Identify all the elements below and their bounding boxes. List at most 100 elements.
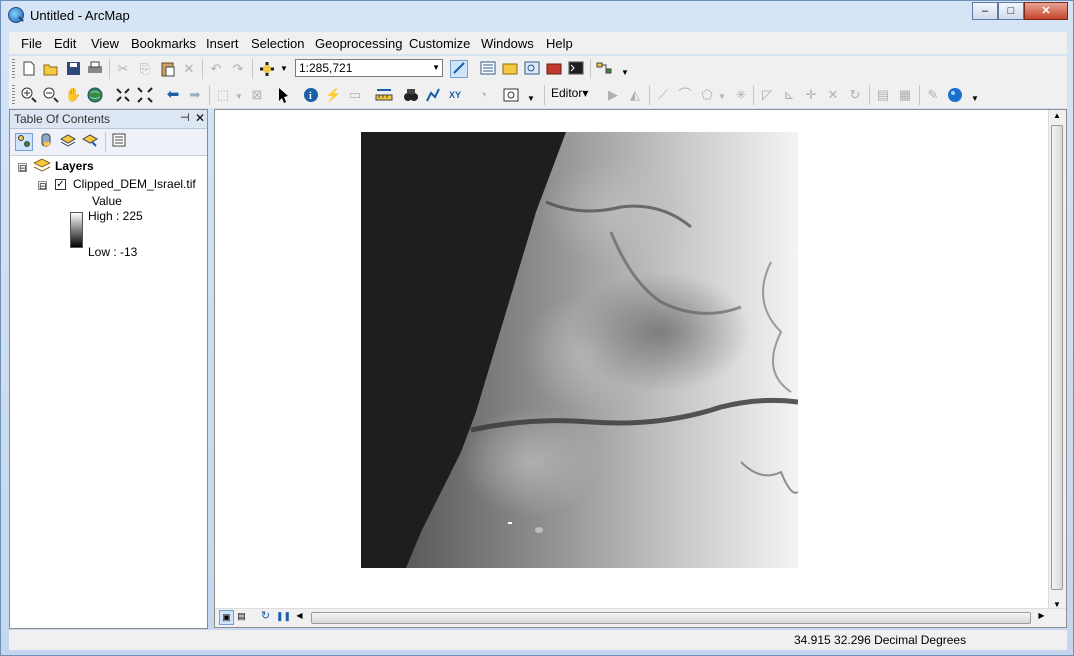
save-icon[interactable] (65, 61, 81, 77)
endpoint-arc-icon[interactable]: ⌒ (677, 87, 693, 103)
scroll-right-icon[interactable]: ▶ (1035, 610, 1048, 623)
cut-icon[interactable]: ✂ (115, 61, 131, 77)
zoom-out-icon[interactable] (43, 87, 59, 103)
fixed-zoom-in-icon[interactable] (115, 87, 131, 103)
editor-toolbar-toggle-icon[interactable] (450, 60, 468, 78)
arctoolbox-icon[interactable] (546, 61, 562, 77)
edit-vertices-icon[interactable]: ◸ (759, 87, 775, 103)
data-view-icon[interactable]: ▣ (219, 610, 234, 625)
layer-expand-toggle[interactable]: ⊟ (38, 181, 47, 191)
minimize-button[interactable]: – (972, 2, 998, 20)
list-by-drawing-order-icon[interactable] (15, 133, 33, 151)
refresh-icon[interactable]: ↻ (259, 610, 272, 623)
menu-view[interactable]: View (91, 36, 119, 51)
sketch-properties-icon[interactable]: ▦ (897, 87, 913, 103)
reshape-feature-icon[interactable]: ⊾ (781, 87, 797, 103)
find-icon[interactable] (403, 87, 419, 103)
menu-help[interactable]: Help (546, 36, 573, 51)
zoom-in-icon[interactable] (21, 87, 37, 103)
arcmap-app-icon[interactable] (8, 7, 24, 23)
menu-selection[interactable]: Selection (251, 36, 304, 51)
full-extent-icon[interactable] (87, 87, 103, 103)
dem-raster-image[interactable] (361, 132, 799, 568)
fixed-zoom-out-icon[interactable] (137, 87, 153, 103)
layer-visibility-checkbox[interactable]: ✓ (55, 179, 66, 190)
layer-name[interactable]: Clipped_DEM_Israel.tif (73, 177, 196, 191)
create-features-icon[interactable]: ✎ (925, 87, 941, 103)
menu-bookmarks[interactable]: Bookmarks (131, 36, 196, 51)
chevron-down-icon[interactable]: ▼ (714, 89, 730, 105)
new-document-icon[interactable] (21, 61, 37, 77)
undo-icon[interactable]: ↶ (208, 61, 224, 77)
menu-edit[interactable]: Edit (54, 36, 76, 51)
layout-view-icon[interactable]: ▤ (235, 610, 248, 623)
menu-windows[interactable]: Windows (481, 36, 534, 51)
chevron-down-icon[interactable]: ▼ (432, 60, 440, 76)
copy-icon[interactable]: ⎘ (137, 61, 153, 77)
redo-icon[interactable]: ↷ (230, 61, 246, 77)
menu-customize[interactable]: Customize (409, 36, 470, 51)
maximize-button[interactable]: □ (998, 2, 1024, 20)
close-button[interactable]: ✕ (1024, 2, 1068, 20)
go-back-icon[interactable]: ⬅ (165, 87, 181, 103)
html-popup-icon[interactable]: ▭ (347, 87, 363, 103)
rotate-icon[interactable]: ↻ (847, 87, 863, 103)
viewer-window-icon[interactable] (503, 87, 519, 103)
menu-geoprocessing[interactable]: Geoprocessing (315, 36, 402, 51)
list-by-visibility-icon[interactable] (59, 133, 77, 149)
point-icon[interactable]: ✳ (733, 87, 749, 103)
editor-menu-button[interactable]: Editor▾ (551, 86, 588, 100)
pin-icon[interactable]: ⊣ (180, 111, 190, 124)
edit-annotation-icon[interactable]: ◭ (627, 87, 643, 103)
scroll-up-icon[interactable]: ▲ (1053, 111, 1061, 120)
toc-close-icon[interactable]: ✕ (195, 111, 205, 125)
attributes-icon[interactable]: ▤ (875, 87, 891, 103)
vertical-scroll-thumb[interactable] (1051, 125, 1063, 590)
data-frame-label[interactable]: Layers (55, 159, 94, 173)
python-window-icon[interactable] (568, 61, 584, 77)
menu-insert[interactable]: Insert (206, 36, 239, 51)
toolbar-options-icon[interactable]: ▼ (523, 91, 539, 107)
measure-icon[interactable] (375, 87, 393, 103)
select-elements-icon[interactable] (275, 87, 291, 103)
horizontal-scroll-thumb[interactable] (311, 612, 1031, 624)
toolbar-grip[interactable] (12, 85, 15, 105)
paste-icon[interactable] (159, 61, 175, 77)
scroll-left-icon[interactable]: ◀ (293, 610, 306, 623)
arcgis-online-icon[interactable] (947, 87, 963, 103)
clear-selection-icon[interactable]: ⊠ (249, 87, 265, 103)
find-route-icon[interactable] (425, 87, 441, 103)
menu-file[interactable]: File (21, 36, 42, 51)
toolbar-options-icon[interactable]: ▼ (967, 91, 983, 107)
time-slider-icon[interactable]: ◔ (475, 87, 491, 103)
modelbuilder-icon[interactable] (596, 61, 612, 77)
map-display[interactable]: ▲ ▼ ▣ ▤ ↻ ❚❚ ◀ ▶ (214, 109, 1067, 628)
delete-icon[interactable]: ✕ (181, 61, 197, 77)
open-icon[interactable] (43, 61, 59, 77)
hyperlink-icon[interactable]: ⚡ (325, 87, 341, 103)
catalog-window-icon[interactable] (502, 61, 518, 77)
toolbar-grip[interactable] (12, 59, 15, 79)
pause-drawing-icon[interactable]: ❚❚ (276, 610, 291, 623)
vertical-scrollbar[interactable]: ▲ ▼ (1048, 110, 1066, 610)
print-icon[interactable] (87, 61, 103, 77)
map-scale-combobox[interactable]: 1:285,721 ▼ (295, 59, 443, 77)
list-by-selection-icon[interactable] (81, 133, 99, 149)
chevron-down-icon[interactable]: ▼ (231, 89, 247, 105)
add-data-dropdown-icon[interactable]: ▼ (276, 61, 292, 77)
toc-window-icon[interactable] (480, 61, 496, 77)
search-window-icon[interactable] (524, 61, 540, 77)
add-data-icon[interactable] (259, 61, 275, 77)
identify-icon[interactable]: i (303, 87, 319, 103)
pan-icon[interactable]: ✋ (65, 87, 81, 103)
toolbar-options-icon[interactable]: ▼ (617, 65, 633, 81)
go-forward-icon[interactable]: ➡ (187, 87, 203, 103)
layers-expand-toggle[interactable]: ⊟ (18, 163, 27, 173)
select-features-icon[interactable]: ⬚ (215, 87, 231, 103)
toc-options-icon[interactable] (111, 133, 127, 149)
edit-tool-icon[interactable]: ▶ (605, 87, 621, 103)
go-to-xy-icon[interactable]: XY (447, 87, 463, 103)
cut-polygons-icon[interactable]: ✛ (803, 87, 819, 103)
list-by-source-icon[interactable] (38, 133, 54, 149)
trace-icon[interactable]: ⬠ (699, 87, 715, 103)
